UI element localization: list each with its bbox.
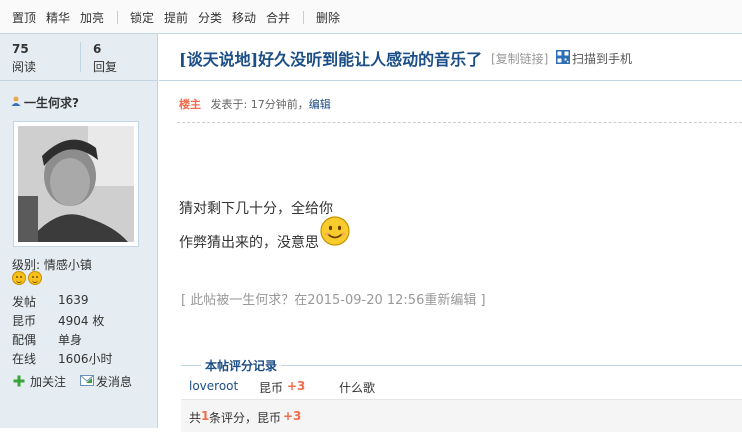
stat-value: 单身 bbox=[58, 333, 83, 347]
views-count: 75 bbox=[12, 42, 29, 56]
digest-button[interactable]: 精华 bbox=[46, 11, 70, 25]
moderation-toolbar: 置顶 精华 加亮 锁定 提前 分类 移动 合并 删除 bbox=[0, 0, 742, 34]
post-divider bbox=[177, 122, 742, 123]
stat-row-spouse: 配偶 单身 bbox=[12, 331, 152, 349]
toolbar-divider bbox=[117, 11, 118, 24]
message-button[interactable]: 发消息 bbox=[96, 373, 132, 390]
pin-button[interactable]: 置顶 bbox=[12, 11, 36, 25]
rating-record: 本帖评分记录 loveroot 昆币 +3 什么歌 共 1 条评分，昆币 +3 bbox=[181, 357, 742, 432]
rating-summary: 共 1 条评分，昆币 +3 bbox=[181, 399, 742, 432]
post-time: 发表于: 17分钟前， bbox=[210, 98, 309, 111]
follow-button[interactable]: 加关注 bbox=[30, 373, 66, 390]
plus-icon bbox=[13, 375, 25, 387]
rating-title: 本帖评分记录 bbox=[201, 357, 282, 374]
thread-stats: 75 阅读 6 回复 bbox=[0, 34, 157, 81]
op-badge: 楼主 bbox=[179, 98, 201, 111]
thread-title[interactable]: [谈天说地]好久没听到能让人感动的音乐了 bbox=[179, 46, 482, 70]
rating-summary-prefix: 共 bbox=[189, 411, 202, 425]
delete-button[interactable]: 删除 bbox=[316, 11, 340, 25]
rating-summary-amount: +3 bbox=[283, 409, 302, 423]
stat-value: 1606小时 bbox=[58, 352, 113, 366]
avatar[interactable] bbox=[18, 126, 134, 242]
post-meta: 楼主 发表于: 17分钟前，编辑 bbox=[179, 96, 331, 112]
grin-emoticon-icon bbox=[320, 216, 350, 246]
level-smiley-icon bbox=[28, 271, 42, 285]
stat-value: 4904 枚 bbox=[58, 314, 105, 328]
post-line-1: 猜对剩下几十分，全给你 bbox=[179, 201, 333, 217]
level-smiley-icon bbox=[12, 271, 26, 285]
level-badges bbox=[12, 271, 44, 287]
stat-row-online: 在线 1606小时 bbox=[12, 350, 152, 368]
rating-row: loveroot 昆币 +3 什么歌 bbox=[181, 376, 742, 398]
rating-reason: 什么歌 bbox=[339, 381, 376, 395]
edit-link[interactable]: 编辑 bbox=[309, 98, 331, 111]
rater-username[interactable]: loveroot bbox=[189, 379, 238, 393]
rating-summary-text: 条评分，昆币 bbox=[209, 411, 282, 425]
envelope-icon bbox=[80, 375, 94, 386]
category-button[interactable]: 分类 bbox=[198, 11, 222, 25]
rating-amount: +3 bbox=[287, 379, 306, 393]
avatar-photo bbox=[18, 126, 134, 242]
user-icon bbox=[11, 96, 21, 106]
qr-code-icon[interactable] bbox=[556, 50, 570, 64]
stat-key: 昆币 bbox=[12, 314, 37, 328]
bump-button[interactable]: 提前 bbox=[164, 11, 188, 25]
author-sidebar: 75 阅读 6 回复 一生何求? 级别: 情感小镇 发帖 1639 昆币 490… bbox=[0, 34, 158, 428]
post-line-2: 作弊猜出来的，没意思 bbox=[179, 235, 319, 251]
stats-divider bbox=[80, 42, 81, 72]
rating-currency: 昆币 bbox=[259, 381, 284, 395]
scan-to-phone-link[interactable]: 扫描到手机 bbox=[572, 50, 632, 67]
stat-row-coins: 昆币 4904 枚 bbox=[12, 312, 152, 330]
author-name[interactable]: 一生何求? bbox=[24, 94, 79, 111]
stat-key: 配偶 bbox=[12, 333, 37, 347]
views-label: 阅读 bbox=[12, 60, 37, 74]
move-button[interactable]: 移动 bbox=[232, 11, 256, 25]
avatar-frame bbox=[13, 121, 139, 247]
stat-key: 发帖 bbox=[12, 295, 37, 309]
stat-key: 在线 bbox=[12, 352, 37, 366]
highlight-button[interactable]: 加亮 bbox=[80, 11, 104, 25]
stat-value: 1639 bbox=[58, 293, 89, 307]
merge-button[interactable]: 合并 bbox=[266, 11, 290, 25]
stat-row-posts: 发帖 1639 bbox=[12, 293, 152, 311]
edited-note: [ 此帖被一生何求？在2015-09-20 12:56重新编辑 ] bbox=[181, 293, 486, 308]
post-main: [谈天说地]好久没听到能让人感动的音乐了 [复制链接] 扫描到手机 楼主 发表于… bbox=[159, 34, 742, 432]
title-bar: [谈天说地]好久没听到能让人感动的音乐了 [复制链接] 扫描到手机 bbox=[159, 34, 742, 81]
lock-button[interactable]: 锁定 bbox=[130, 11, 154, 25]
replies-count: 6 bbox=[93, 42, 102, 56]
copy-link-button[interactable]: [复制链接] bbox=[491, 50, 548, 67]
toolbar-divider bbox=[303, 11, 304, 24]
replies-label: 回复 bbox=[93, 60, 118, 74]
